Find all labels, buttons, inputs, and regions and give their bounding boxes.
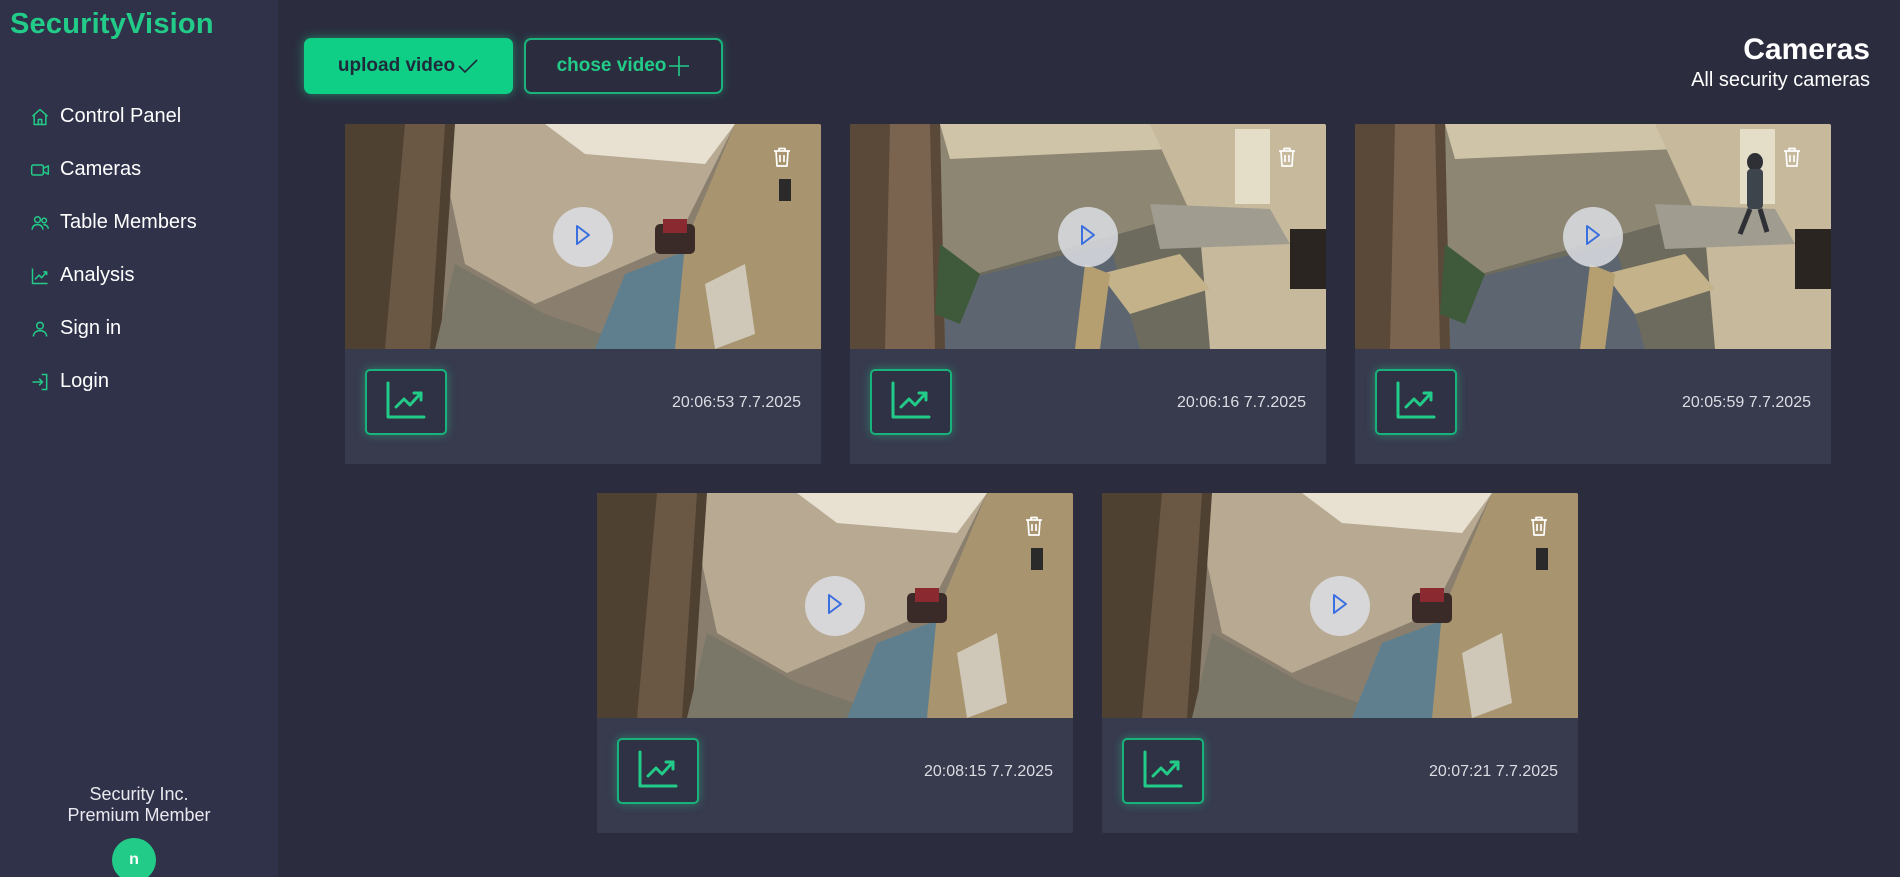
trend-chart-icon xyxy=(28,264,52,288)
recording-timestamp: 20:05:59 7.7.2025 xyxy=(1681,394,1811,411)
user-icon xyxy=(28,317,52,341)
sidebar-item-label: Analysis xyxy=(60,264,135,286)
play-icon xyxy=(826,593,844,620)
analysis-button[interactable] xyxy=(1375,369,1457,435)
play-icon xyxy=(1331,593,1349,620)
checkmark-icon xyxy=(457,57,479,75)
play-button[interactable] xyxy=(1563,207,1623,267)
sidebar: SecurityVision Control Panel Cameras Tab… xyxy=(0,0,278,877)
camera-card: 20:06:53 7.7.2025 xyxy=(345,124,821,464)
delete-button[interactable] xyxy=(771,147,793,171)
trend-chart-icon xyxy=(385,380,427,425)
trend-chart-icon xyxy=(890,380,932,425)
play-button[interactable] xyxy=(553,207,613,267)
sidebar-item-cameras[interactable]: Cameras xyxy=(28,143,197,196)
delete-button[interactable] xyxy=(1528,516,1550,540)
trend-chart-icon xyxy=(637,749,679,794)
sidebar-item-label: Cameras xyxy=(60,158,142,180)
plus-icon xyxy=(668,55,690,77)
sidebar-footer: Security Inc. Premium Member xyxy=(0,784,278,826)
app-root: SecurityVision Control Panel Cameras Tab… xyxy=(0,0,1900,877)
play-icon xyxy=(574,224,592,251)
video-camera-icon xyxy=(28,158,52,182)
recording-timestamp: 20:07:21 7.7.2025 xyxy=(1428,763,1558,780)
page-header: Cameras All security cameras xyxy=(1691,32,1870,92)
analysis-button[interactable] xyxy=(617,738,699,804)
sidebar-item-label: Table Members xyxy=(60,211,197,233)
camera-card: 20:07:21 7.7.2025 xyxy=(1102,493,1578,833)
membership-status: Premium Member xyxy=(67,805,211,825)
delete-button[interactable] xyxy=(1276,147,1298,171)
login-icon xyxy=(28,370,52,394)
delete-button[interactable] xyxy=(1781,147,1803,171)
sidebar-item-label: Login xyxy=(60,370,109,392)
camera-card: 20:08:15 7.7.2025 xyxy=(597,493,1073,833)
analysis-button[interactable] xyxy=(365,369,447,435)
trash-icon xyxy=(773,147,791,172)
upload-video-label: upload video xyxy=(337,55,456,76)
trash-icon xyxy=(1278,147,1296,172)
analysis-button[interactable] xyxy=(1122,738,1204,804)
recording-timestamp: 20:06:53 7.7.2025 xyxy=(671,394,801,411)
play-button[interactable] xyxy=(805,576,865,636)
chose-video-label: chose video xyxy=(556,55,667,76)
delete-button[interactable] xyxy=(1023,516,1045,540)
play-icon xyxy=(1584,224,1602,251)
sidebar-item-control-panel[interactable]: Control Panel xyxy=(28,90,197,143)
chose-video-button[interactable]: chose video xyxy=(524,38,723,94)
camera-card: 20:05:59 7.7.2025 xyxy=(1355,124,1831,464)
brand-logo[interactable]: SecurityVision xyxy=(10,8,214,41)
sidebar-item-sign-in[interactable]: Sign in xyxy=(28,302,197,355)
avatar[interactable]: n xyxy=(112,838,156,877)
home-icon xyxy=(28,105,52,129)
page-title: Cameras xyxy=(1743,33,1870,66)
trash-icon xyxy=(1530,516,1548,541)
recording-timestamp: 20:08:15 7.7.2025 xyxy=(923,763,1053,780)
trend-chart-icon xyxy=(1395,380,1437,425)
page-subtitle: All security cameras xyxy=(1691,69,1870,91)
sidebar-item-analysis[interactable]: Analysis xyxy=(28,249,197,302)
company-name: Security Inc. xyxy=(89,784,189,804)
play-button[interactable] xyxy=(1058,207,1118,267)
sidebar-nav: Control Panel Cameras Table Members Anal… xyxy=(28,90,197,408)
analysis-button[interactable] xyxy=(870,369,952,435)
sidebar-item-table-members[interactable]: Table Members xyxy=(28,196,197,249)
trash-icon xyxy=(1025,516,1043,541)
users-icon xyxy=(28,211,52,235)
recording-timestamp: 20:06:16 7.7.2025 xyxy=(1176,394,1306,411)
camera-card: 20:06:16 7.7.2025 xyxy=(850,124,1326,464)
play-icon xyxy=(1079,224,1097,251)
play-button[interactable] xyxy=(1310,576,1370,636)
sidebar-item-label: Sign in xyxy=(60,317,122,339)
sidebar-item-login[interactable]: Login xyxy=(28,355,197,408)
upload-video-button[interactable]: upload video xyxy=(304,38,513,94)
sidebar-item-label: Control Panel xyxy=(60,105,182,127)
trash-icon xyxy=(1783,147,1801,172)
trend-chart-icon xyxy=(1142,749,1184,794)
